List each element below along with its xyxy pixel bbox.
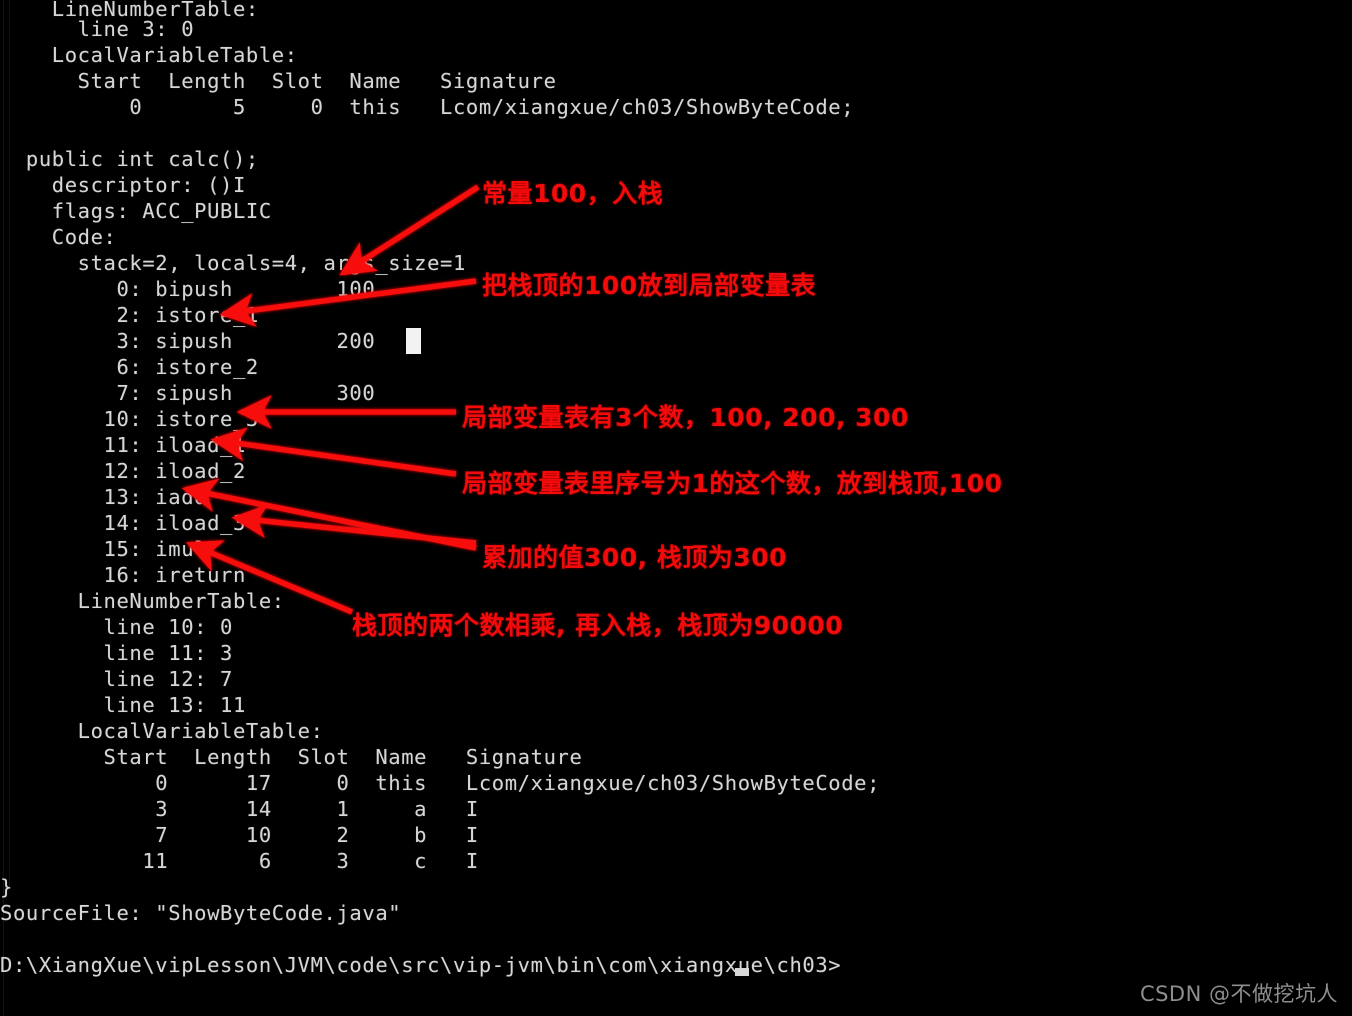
annotation-iadd-result-300: 累加的值300, 栈顶为300 bbox=[482, 543, 788, 572]
terminal-line: 7 10 2 b I bbox=[0, 823, 479, 847]
annotation-const-100-push: 常量100，入栈 bbox=[482, 179, 664, 208]
terminal-line: 10: istore_3 bbox=[0, 407, 259, 431]
terminal-line: LocalVariableTable: bbox=[0, 43, 298, 67]
terminal-line: 0: bipush 100 bbox=[0, 277, 376, 301]
terminal-line: line 11: 3 bbox=[0, 641, 233, 665]
terminal-line: 3: sipush 200 bbox=[0, 329, 376, 353]
annotation-store-100-to-locals: 把栈顶的100放到局部变量表 bbox=[482, 271, 817, 300]
terminal-line: 0 5 0 this Lcom/xiangxue/ch03/ShowByteCo… bbox=[0, 95, 855, 119]
terminal-line: line 12: 7 bbox=[0, 667, 233, 691]
terminal-line: Start Length Slot Name Signature bbox=[0, 745, 583, 769]
terminal-line: 11 6 3 c I bbox=[0, 849, 479, 873]
terminal-line: public int calc(); bbox=[0, 147, 259, 171]
terminal-line: LineNumberTable: bbox=[0, 589, 285, 613]
terminal-line: } bbox=[0, 875, 13, 899]
terminal-line: Start Length Slot Name Signature bbox=[0, 69, 557, 93]
terminal-line: line 13: 11 bbox=[0, 693, 246, 717]
terminal-line: 13: iadd bbox=[0, 485, 208, 509]
csdn-watermark: CSDN @不做挖坑人 bbox=[1139, 982, 1338, 1006]
terminal-line: 12: iload_2 bbox=[0, 459, 246, 483]
terminal-line: 3 14 1 a I bbox=[0, 797, 479, 821]
terminal-line: descriptor: ()I bbox=[0, 173, 246, 197]
terminal-line: 16: ireturn bbox=[0, 563, 246, 587]
text-cursor-block bbox=[406, 328, 421, 354]
terminal-line: Code: bbox=[0, 225, 117, 249]
terminal-line: 0 17 0 this Lcom/xiangxue/ch03/ShowByteC… bbox=[0, 771, 881, 795]
terminal-line: line 10: 0 bbox=[0, 615, 233, 639]
arrow-to-iload_3 bbox=[231, 504, 477, 546]
terminal-line: 7: sipush 300 bbox=[0, 381, 376, 405]
annotation-locals-three-values: 局部变量表有3个数，100, 200, 300 bbox=[462, 403, 909, 432]
terminal-line: LocalVariableTable: bbox=[0, 719, 324, 743]
terminal-line: D:\XiangXue\vipLesson\JVM\code\src\vip-j… bbox=[0, 953, 842, 977]
terminal-line: stack=2, locals=4, args_size=1 bbox=[0, 251, 466, 275]
arrow-to-iload_1 bbox=[210, 427, 457, 477]
terminal-line: 2: istore_1 bbox=[0, 303, 259, 327]
terminal-line: flags: ACC_PUBLIC bbox=[0, 199, 272, 223]
terminal-line: 14: iload_3 bbox=[0, 511, 246, 535]
command-prompt-cursor bbox=[735, 968, 749, 976]
annotation-load-slot1-to-stack: 局部变量表里序号为1的这个数，放到栈顶,100 bbox=[462, 469, 1003, 498]
terminal-window[interactable]: LineNumberTable: line 3: 0 LocalVariable… bbox=[0, 0, 1352, 1016]
terminal-line: 15: imul bbox=[0, 537, 208, 561]
terminal-line: SourceFile: "ShowByteCode.java" bbox=[0, 901, 402, 925]
terminal-line: 6: istore_2 bbox=[0, 355, 259, 379]
annotation-imul-result-90000: 栈顶的两个数相乘, 再入栈，栈顶为90000 bbox=[352, 611, 844, 640]
terminal-line: 11: iload_1 bbox=[0, 433, 246, 457]
terminal-line: line 3: 0 bbox=[0, 17, 195, 41]
